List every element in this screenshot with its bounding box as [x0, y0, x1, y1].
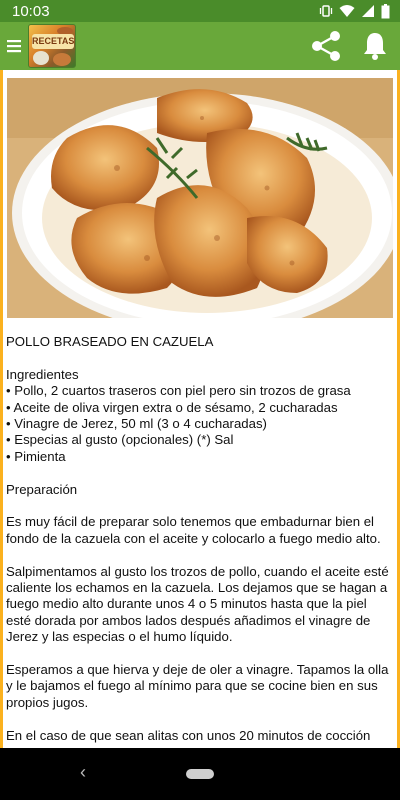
preparation-heading: Preparación — [6, 481, 78, 497]
share-icon[interactable] — [310, 30, 342, 62]
recipe-content[interactable]: POLLO BRASEADO EN CAZUELA Ingredientes •… — [3, 70, 397, 748]
battery-icon — [381, 3, 390, 18]
ingredient-item: • Pimienta — [6, 448, 66, 464]
status-time: 10:03 — [12, 2, 50, 20]
status-icons — [319, 3, 390, 19]
system-nav-bar: ‹ — [0, 748, 400, 800]
ingredient-item: • Especias al gusto (opcionales) (*) Sal — [6, 432, 234, 448]
ingredient-item: • Aceite de oliva virgen extra o de sésa… — [6, 399, 338, 415]
menu-button[interactable] — [2, 22, 26, 70]
menu-icon — [7, 40, 21, 53]
preparation-paragraph: Esperamos a que hierva y deje de oler a … — [6, 662, 389, 710]
preparation-paragraph: En el caso de que sean alitas con unos 2… — [6, 727, 371, 743]
wifi-icon — [339, 5, 355, 17]
signal-icon — [362, 5, 374, 17]
back-button[interactable]: ‹ — [80, 762, 86, 783]
app-actions — [310, 30, 400, 62]
home-button[interactable] — [186, 769, 214, 779]
bell-icon[interactable] — [362, 31, 388, 61]
ingredients-list: • Pollo, 2 cuartos traseros con piel per… — [6, 383, 394, 465]
app-bar: RECETAS — [0, 22, 400, 70]
app-logo-text: RECETAS — [32, 34, 74, 49]
preparation-paragraph: Salpimentamos al gusto los trozos de pol… — [6, 563, 389, 645]
vibrate-icon — [319, 5, 333, 17]
recipe-photo — [7, 78, 393, 318]
app-logo: RECETAS — [28, 24, 76, 68]
ingredient-item: • Vinagre de Jerez, 50 ml (3 o 4 cuchara… — [6, 416, 267, 432]
status-bar: 10:03 — [0, 0, 400, 22]
ingredient-item: • Pollo, 2 cuartos traseros con piel per… — [6, 383, 351, 399]
ingredients-heading: Ingredientes — [6, 366, 79, 382]
preparation-paragraph: Es muy fácil de preparar solo tenemos qu… — [6, 514, 381, 546]
recipe-article: POLLO BRASEADO EN CAZUELA Ingredientes •… — [6, 334, 394, 748]
recipe-title: POLLO BRASEADO EN CAZUELA — [6, 334, 214, 349]
